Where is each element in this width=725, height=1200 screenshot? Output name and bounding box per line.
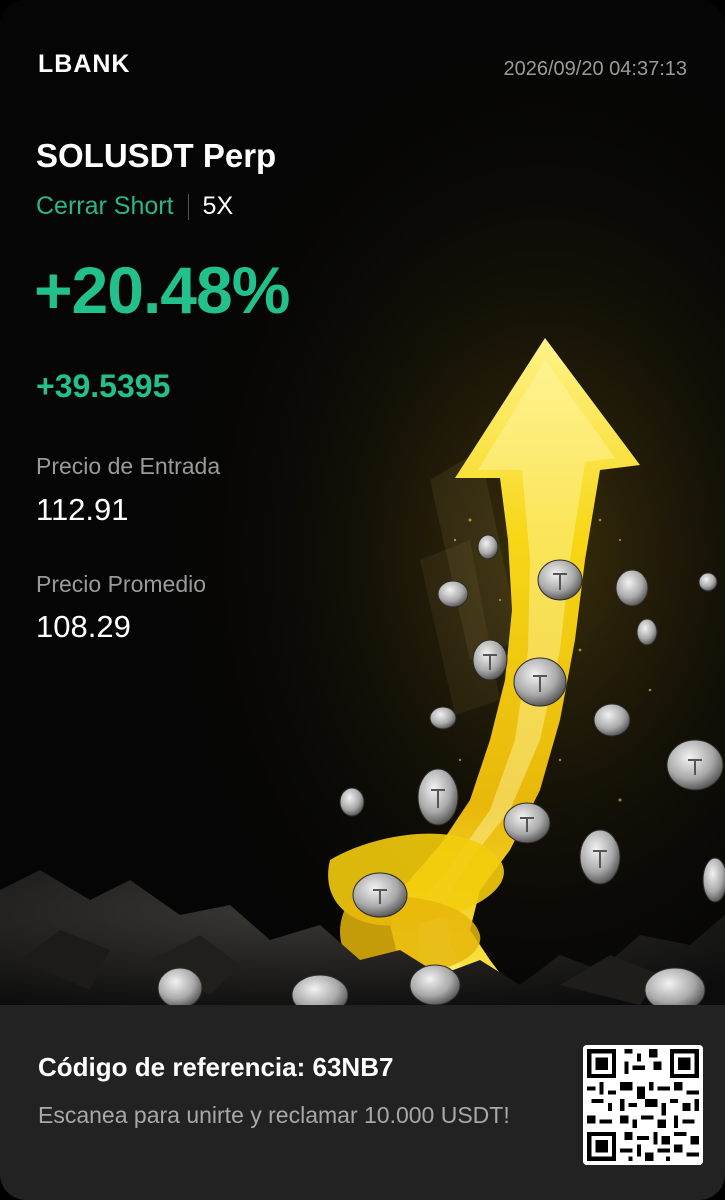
pnl-percent: +20.48% — [34, 253, 290, 327]
timestamp: 2026/09/20 04:37:13 — [503, 58, 687, 80]
position-side-row: Cerrar Short 5X — [36, 192, 233, 221]
referral-description: Escanea para unirte y reclamar 10.000 US… — [38, 1102, 510, 1128]
trading-pair: SOLUSDT Perp — [36, 137, 277, 174]
average-price-label: Precio Promedio — [36, 571, 207, 597]
referral-code: Código de referencia: 63NB7 — [38, 1052, 394, 1082]
lbank-logo: LBANK — [38, 50, 131, 78]
pnl-share-card: LBANK 2026/09/20 04:37:13 SOLUSDT Perp C… — [0, 0, 725, 1200]
referral-footer: Código de referencia: 63NB7 Escanea para… — [0, 1005, 725, 1200]
leverage: 5X — [202, 192, 234, 220]
divider — [187, 193, 189, 220]
entry-price-label: Precio de Entrada — [36, 453, 221, 479]
qr-code-icon[interactable] — [583, 1045, 703, 1165]
pnl-amount: +39.5395 — [36, 368, 171, 404]
average-price-value: 108.29 — [36, 609, 131, 644]
entry-price-value: 112.91 — [36, 492, 129, 527]
position-side: Cerrar Short — [36, 192, 174, 220]
